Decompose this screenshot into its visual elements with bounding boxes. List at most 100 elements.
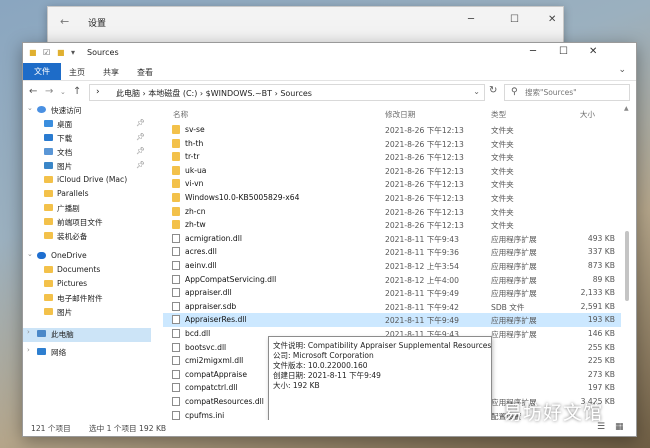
sidebar-item-icloud[interactable]: iCloud Drive (Mac) <box>23 174 151 188</box>
file-name: Windows10.0-KB5005829-x64 <box>185 193 300 202</box>
sidebar-item-email-attachments[interactable]: 电子邮件附件 <box>23 292 151 306</box>
scroll-up-icon[interactable]: ▲ <box>624 105 629 112</box>
file-name: bootsvc.dll <box>185 342 227 352</box>
sidebar-item-quick-access[interactable]: ⌄ 快速访问 <box>23 104 151 118</box>
file-row[interactable]: appraiser.sdb 2021-8-11 下午9:42 SDB 文件 2,591… <box>163 300 621 314</box>
tab-home[interactable]: 主页 <box>69 67 85 78</box>
folder-icon <box>44 280 53 287</box>
download-icon <box>44 134 53 141</box>
sidebar-item-onedrive[interactable]: ⌄ OneDrive <box>23 250 151 264</box>
sidebar-item-onedrive-documents[interactable]: Documents <box>23 264 151 278</box>
sidebar-item-essentials[interactable]: 装机必备 <box>23 230 151 244</box>
title-bar: ■ ☑ ■ ▾ Sources ─ ☐ ✕ <box>23 43 636 63</box>
address-bar[interactable]: › 此电脑 › 本地磁盘 (C:) › $WINDOWS.~BT › Sourc… <box>89 84 485 101</box>
minimize-icon[interactable]: ─ <box>530 46 536 57</box>
star-icon <box>37 106 46 113</box>
file-row[interactable]: AppraiserRes.dll 2021-8-11 下午9:49 应用程序扩展 19… <box>163 313 621 328</box>
folder-icon <box>44 266 53 273</box>
forward-icon[interactable]: → <box>45 86 53 97</box>
sidebar-item-label: Parallels <box>57 189 89 198</box>
tab-share[interactable]: 共享 <box>103 67 119 78</box>
file-type: 文件夹 <box>491 153 514 163</box>
new-folder-icon[interactable]: ■ <box>57 48 65 57</box>
ribbon-expand-icon[interactable]: ⌄ <box>618 65 626 75</box>
chevron-right-icon[interactable]: › <box>27 328 30 336</box>
file-row[interactable]: AppCompatServicing.dll 2021-8-12 上午4:00 应用… <box>163 273 621 287</box>
quick-access-dropdown-icon[interactable]: ▾ <box>71 48 75 57</box>
folder-icon <box>172 206 180 216</box>
address-dropdown-icon[interactable]: ⌄ <box>473 87 480 96</box>
sidebar-item-onedrive-images[interactable]: 图片 <box>23 306 151 320</box>
chevron-down-icon[interactable]: ⌄ <box>27 104 33 112</box>
file-icon <box>172 288 180 298</box>
file-row[interactable]: acmigration.dll 2021-8-11 下午9:43 应用程序扩展 493… <box>163 232 621 246</box>
sidebar-item-documents[interactable]: 文档 📌︎ <box>23 146 151 160</box>
document-icon <box>44 148 53 155</box>
sidebar-item-onedrive-pictures[interactable]: Pictures <box>23 278 151 292</box>
file-size: 146 KB <box>587 329 615 338</box>
tab-view[interactable]: 查看 <box>137 67 153 78</box>
back-icon[interactable]: ← <box>29 86 37 97</box>
sidebar-item-label: 网络 <box>51 348 67 357</box>
sidebar-item-label: 下载 <box>57 134 73 143</box>
file-row[interactable]: vi-vn 2021-8-26 下午12:13 文件夹 <box>163 177 621 191</box>
tiles-view-icon[interactable]: ▦ <box>615 422 624 432</box>
back-arrow-icon[interactable]: ← <box>60 15 69 28</box>
minimize-icon[interactable]: ─ <box>468 14 474 25</box>
file-row[interactable]: appraiser.dll 2021-8-11 下午9:49 应用程序扩展 2,133… <box>163 286 621 300</box>
file-row[interactable]: th-th 2021-8-26 下午12:13 文件夹 <box>163 137 621 151</box>
search-input[interactable] <box>525 86 623 98</box>
recent-locations-icon[interactable]: ⌄ <box>60 88 66 96</box>
refresh-icon[interactable]: ↻ <box>489 85 497 96</box>
sidebar-item-downloads[interactable]: 下载 📌︎ <box>23 132 151 146</box>
breadcrumb[interactable]: 此电脑 › 本地磁盘 (C:) › $WINDOWS.~BT › Sources <box>116 88 312 99</box>
folder-icon <box>44 190 53 197</box>
search-box[interactable]: ⚲ <box>504 84 630 101</box>
file-row[interactable]: zh-cn 2021-8-26 下午12:13 文件夹 <box>163 205 621 219</box>
column-header-date[interactable]: 修改日期 <box>385 109 415 120</box>
sidebar-item-desktop[interactable]: 桌面 📌︎ <box>23 118 151 132</box>
close-icon[interactable]: ✕ <box>548 14 556 25</box>
scrollbar-thumb[interactable] <box>625 231 629 301</box>
file-date: 2021-8-12 上午4:00 <box>385 275 459 285</box>
chevron-down-icon[interactable]: ⌄ <box>27 250 33 258</box>
maximize-icon[interactable]: ☐ <box>559 46 568 57</box>
up-icon[interactable]: ↑ <box>73 86 81 97</box>
file-row[interactable]: aeinv.dll 2021-8-12 上午3:54 应用程序扩展 873 KB <box>163 259 621 273</box>
sidebar-item-radio-drama[interactable]: 广播剧 <box>23 202 151 216</box>
column-header-name[interactable]: 名称 <box>173 109 188 120</box>
column-header-type[interactable]: 类型 <box>491 109 506 120</box>
file-date: 2021-8-26 下午12:13 <box>385 207 464 217</box>
sidebar-item-network[interactable]: › 网络 <box>23 346 151 360</box>
file-row[interactable]: uk-ua 2021-8-26 下午12:13 文件夹 <box>163 164 621 178</box>
sidebar-item-frontend-projects[interactable]: 前端项目文件 <box>23 216 151 230</box>
file-row[interactable]: acres.dll 2021-8-11 下午9:36 应用程序扩展 337 KB <box>163 245 621 259</box>
sidebar-item-pictures[interactable]: 图片 📌︎ <box>23 160 151 174</box>
properties-icon[interactable]: ☑ <box>43 48 50 57</box>
file-row[interactable]: Windows10.0-KB5005829-x64 2021-8-26 下午12:… <box>163 191 621 205</box>
file-icon <box>172 301 180 311</box>
file-size: 197 KB <box>587 383 615 393</box>
navigation-pane: ⌄ 快速访问 桌面 📌︎ 下载 📌︎ 文档 📌︎ 图片 📌︎ iCloud Dr… <box>23 104 151 420</box>
pin-icon: 📌︎ <box>136 119 145 127</box>
sidebar-item-label: 图片 <box>57 162 73 171</box>
file-row[interactable]: tr-tr 2021-8-26 下午12:13 文件夹 <box>163 150 621 164</box>
close-icon[interactable]: ✕ <box>589 46 597 57</box>
sidebar-item-this-pc[interactable]: › 此电脑 <box>23 328 151 342</box>
file-date: 2021-8-26 下午12:13 <box>385 139 464 149</box>
tab-file[interactable]: 文件 <box>23 63 61 80</box>
folder-icon <box>172 220 180 230</box>
file-date: 2021-8-26 下午12:13 <box>385 194 464 203</box>
sidebar-item-parallels[interactable]: Parallels <box>23 188 151 202</box>
file-row[interactable]: zh-tw 2021-8-26 下午12:13 文件夹 <box>163 218 621 232</box>
file-name: compatctrl.dll <box>185 383 238 393</box>
file-name: vi-vn <box>185 179 204 189</box>
column-header-size[interactable]: 大小 <box>580 109 595 120</box>
file-name: zh-cn <box>185 206 206 216</box>
vertical-scrollbar[interactable]: ▲ <box>623 105 631 419</box>
file-name: bcd.dll <box>185 329 211 338</box>
maximize-icon[interactable]: ☐ <box>510 14 519 25</box>
file-row[interactable]: sv-se 2021-8-26 下午12:13 文件夹 <box>163 123 621 137</box>
chevron-right-icon[interactable]: › <box>27 346 30 354</box>
file-size: 255 KB <box>587 342 615 352</box>
